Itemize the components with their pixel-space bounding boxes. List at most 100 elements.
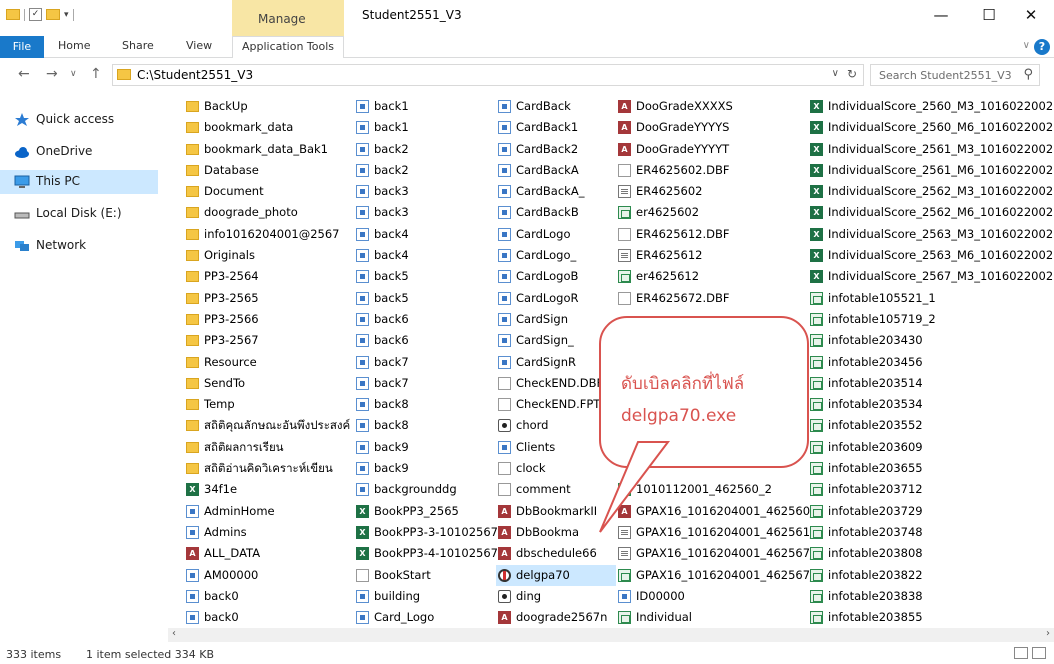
file-item[interactable]: X IndividualScore_2562_M3_1016022002 xyxy=(808,181,1053,202)
file-item[interactable]: infotable203534 xyxy=(808,394,1048,415)
file-item[interactable]: X IndividualScore_2561_M6_1016022002 xyxy=(808,160,1053,181)
search-box[interactable]: Search Student2551_V3 ⚲ xyxy=(870,64,1040,86)
file-item[interactable]: back3 xyxy=(354,181,496,202)
help-icon[interactable]: ? xyxy=(1034,39,1050,55)
file-item[interactable]: back9 xyxy=(354,437,496,458)
file-item[interactable]: infotable203514 xyxy=(808,373,1048,394)
file-item[interactable]: CardSign xyxy=(496,309,616,330)
file-item[interactable]: back5 xyxy=(354,288,496,309)
nav-item-this-pc[interactable]: This PC xyxy=(0,170,158,194)
file-item[interactable]: CardBackA xyxy=(496,160,616,181)
file-item[interactable]: back6 xyxy=(354,330,496,351)
customize-toolbar-icon[interactable]: ▾ xyxy=(64,10,69,20)
file-item[interactable]: er4625612 xyxy=(616,266,808,287)
file-item[interactable]: Individual xyxy=(616,607,808,626)
address-path[interactable]: C:\Student2551_V3 xyxy=(137,68,253,82)
nav-item-onedrive[interactable]: OneDrive xyxy=(0,140,158,164)
file-item[interactable]: infotable203609 xyxy=(808,437,1048,458)
file-item[interactable]: infotable105719_2 xyxy=(808,309,1048,330)
folder-item[interactable]: BackUp xyxy=(184,96,354,117)
file-item[interactable]: Admins xyxy=(184,522,354,543)
file-item[interactable]: back2 xyxy=(354,160,496,181)
file-item[interactable]: infotable203430 xyxy=(808,330,1048,351)
file-item[interactable]: AdminHome xyxy=(184,501,354,522)
file-item[interactable]: CardBackA_ xyxy=(496,181,616,202)
folder-item[interactable]: PP3-2565 xyxy=(184,288,354,309)
file-item[interactable]: infotable203855 xyxy=(808,607,1048,626)
folder-item[interactable]: Resource xyxy=(184,352,354,373)
file-item[interactable]: ding xyxy=(496,586,616,607)
folder-item[interactable]: Temp xyxy=(184,394,354,415)
up-arrow-icon[interactable]: ↑ xyxy=(90,66,102,82)
nav-item-local-disk[interactable]: Local Disk (E:) xyxy=(0,202,158,226)
file-item[interactable]: back7 xyxy=(354,352,496,373)
file-item[interactable]: back5 xyxy=(354,266,496,287)
file-item[interactable]: back9 xyxy=(354,458,496,479)
file-item[interactable]: A DooGradeXXXXS xyxy=(616,96,808,117)
file-item[interactable]: delgpa70 xyxy=(496,564,616,586)
address-bar[interactable]: C:\Student2551_V3 ∨ ↻ xyxy=(112,64,864,86)
folder-item[interactable]: Document xyxy=(184,181,354,202)
folder-item[interactable]: Database xyxy=(184,160,354,181)
file-item[interactable]: CardBack xyxy=(496,96,616,117)
forward-arrow-icon[interactable]: → xyxy=(46,66,58,82)
folder-item[interactable]: Originals xyxy=(184,245,354,266)
file-item[interactable]: infotable203729 xyxy=(808,501,1048,522)
file-item[interactable]: ER4625672.DBF xyxy=(616,288,808,309)
file-item[interactable]: back4 xyxy=(354,245,496,266)
file-item[interactable]: CardSignR xyxy=(496,352,616,373)
folder-item[interactable]: bookmark_data xyxy=(184,117,354,138)
nav-item-quick-access[interactable]: Quick access xyxy=(0,108,158,132)
file-item[interactable]: CardLogoB xyxy=(496,266,616,287)
folder-item[interactable]: สถิติอ่านคิดวิเคราะห์เขียน xyxy=(184,458,354,479)
minimize-button[interactable]: — xyxy=(922,4,960,26)
file-item[interactable]: infotable203552 xyxy=(808,415,1048,436)
file-item[interactable]: back1 xyxy=(354,96,496,117)
folder-item[interactable]: doograde_photo xyxy=(184,202,354,223)
folder-item[interactable]: bookmark_data_Bak1 xyxy=(184,139,354,160)
file-item[interactable]: X IndividualScore_2563_M3_1016022002 xyxy=(808,224,1053,245)
file-item[interactable]: CardSign_ xyxy=(496,330,616,351)
tab-application-tools[interactable]: Application Tools xyxy=(232,36,344,58)
file-item[interactable]: BookStart xyxy=(354,565,496,586)
refresh-icon[interactable]: ↻ xyxy=(847,67,857,81)
search-input[interactable]: Search Student2551_V3 xyxy=(879,69,1012,82)
file-item[interactable]: chord xyxy=(496,415,616,436)
new-folder-icon[interactable] xyxy=(46,9,60,20)
file-item[interactable]: AM00000 xyxy=(184,565,354,586)
expand-ribbon-icon[interactable]: ∨ xyxy=(1023,40,1030,51)
file-item[interactable]: X BookPP3-4-10102567 xyxy=(354,543,498,564)
file-item[interactable]: X IndividualScore_2567_M3_1016022002 xyxy=(808,266,1053,287)
file-item[interactable]: CardLogo xyxy=(496,224,616,245)
back-arrow-icon[interactable]: ← xyxy=(18,66,30,82)
chevron-down-icon[interactable]: ∨ xyxy=(832,68,839,79)
file-item[interactable]: back6 xyxy=(354,309,496,330)
file-item[interactable]: back8 xyxy=(354,394,496,415)
file-item[interactable]: back4 xyxy=(354,224,496,245)
file-item[interactable]: CheckEND.DBF xyxy=(496,373,616,394)
file-item[interactable]: ER4625602 xyxy=(616,181,808,202)
file-item[interactable]: X 34f1e xyxy=(184,479,354,500)
properties-icon[interactable]: ✓ xyxy=(29,8,42,21)
file-item[interactable]: A ALL_DATA xyxy=(184,543,354,564)
file-item[interactable]: ER4625612.DBF xyxy=(616,224,808,245)
folder-item[interactable]: สถิติผลการเรียน xyxy=(184,437,354,458)
large-icons-view-icon[interactable] xyxy=(1032,647,1046,659)
file-item[interactable]: back1 xyxy=(354,117,496,138)
file-item[interactable]: infotable203808 xyxy=(808,543,1048,564)
file-item[interactable]: A DooGradeYYYYS xyxy=(616,117,808,138)
file-item[interactable]: Card_Logo xyxy=(354,607,496,626)
file-item[interactable]: ID00000 xyxy=(616,586,808,607)
file-item[interactable]: infotable203838 xyxy=(808,586,1048,607)
nav-item-network[interactable]: Network xyxy=(0,234,158,258)
file-item[interactable]: back2 xyxy=(354,139,496,160)
folder-item[interactable]: PP3-2564 xyxy=(184,266,354,287)
folder-item[interactable]: PP3-2566 xyxy=(184,309,354,330)
file-item[interactable]: X BookPP3_2565 xyxy=(354,501,496,522)
file-item[interactable]: ER4625602.DBF xyxy=(616,160,808,181)
file-item[interactable]: infotable105521_1 xyxy=(808,288,1048,309)
file-item[interactable]: infotable203822 xyxy=(808,565,1048,586)
file-item[interactable]: er4625602 xyxy=(616,202,808,223)
search-icon[interactable]: ⚲ xyxy=(1023,67,1033,82)
file-item[interactable]: CardBack2 xyxy=(496,139,616,160)
